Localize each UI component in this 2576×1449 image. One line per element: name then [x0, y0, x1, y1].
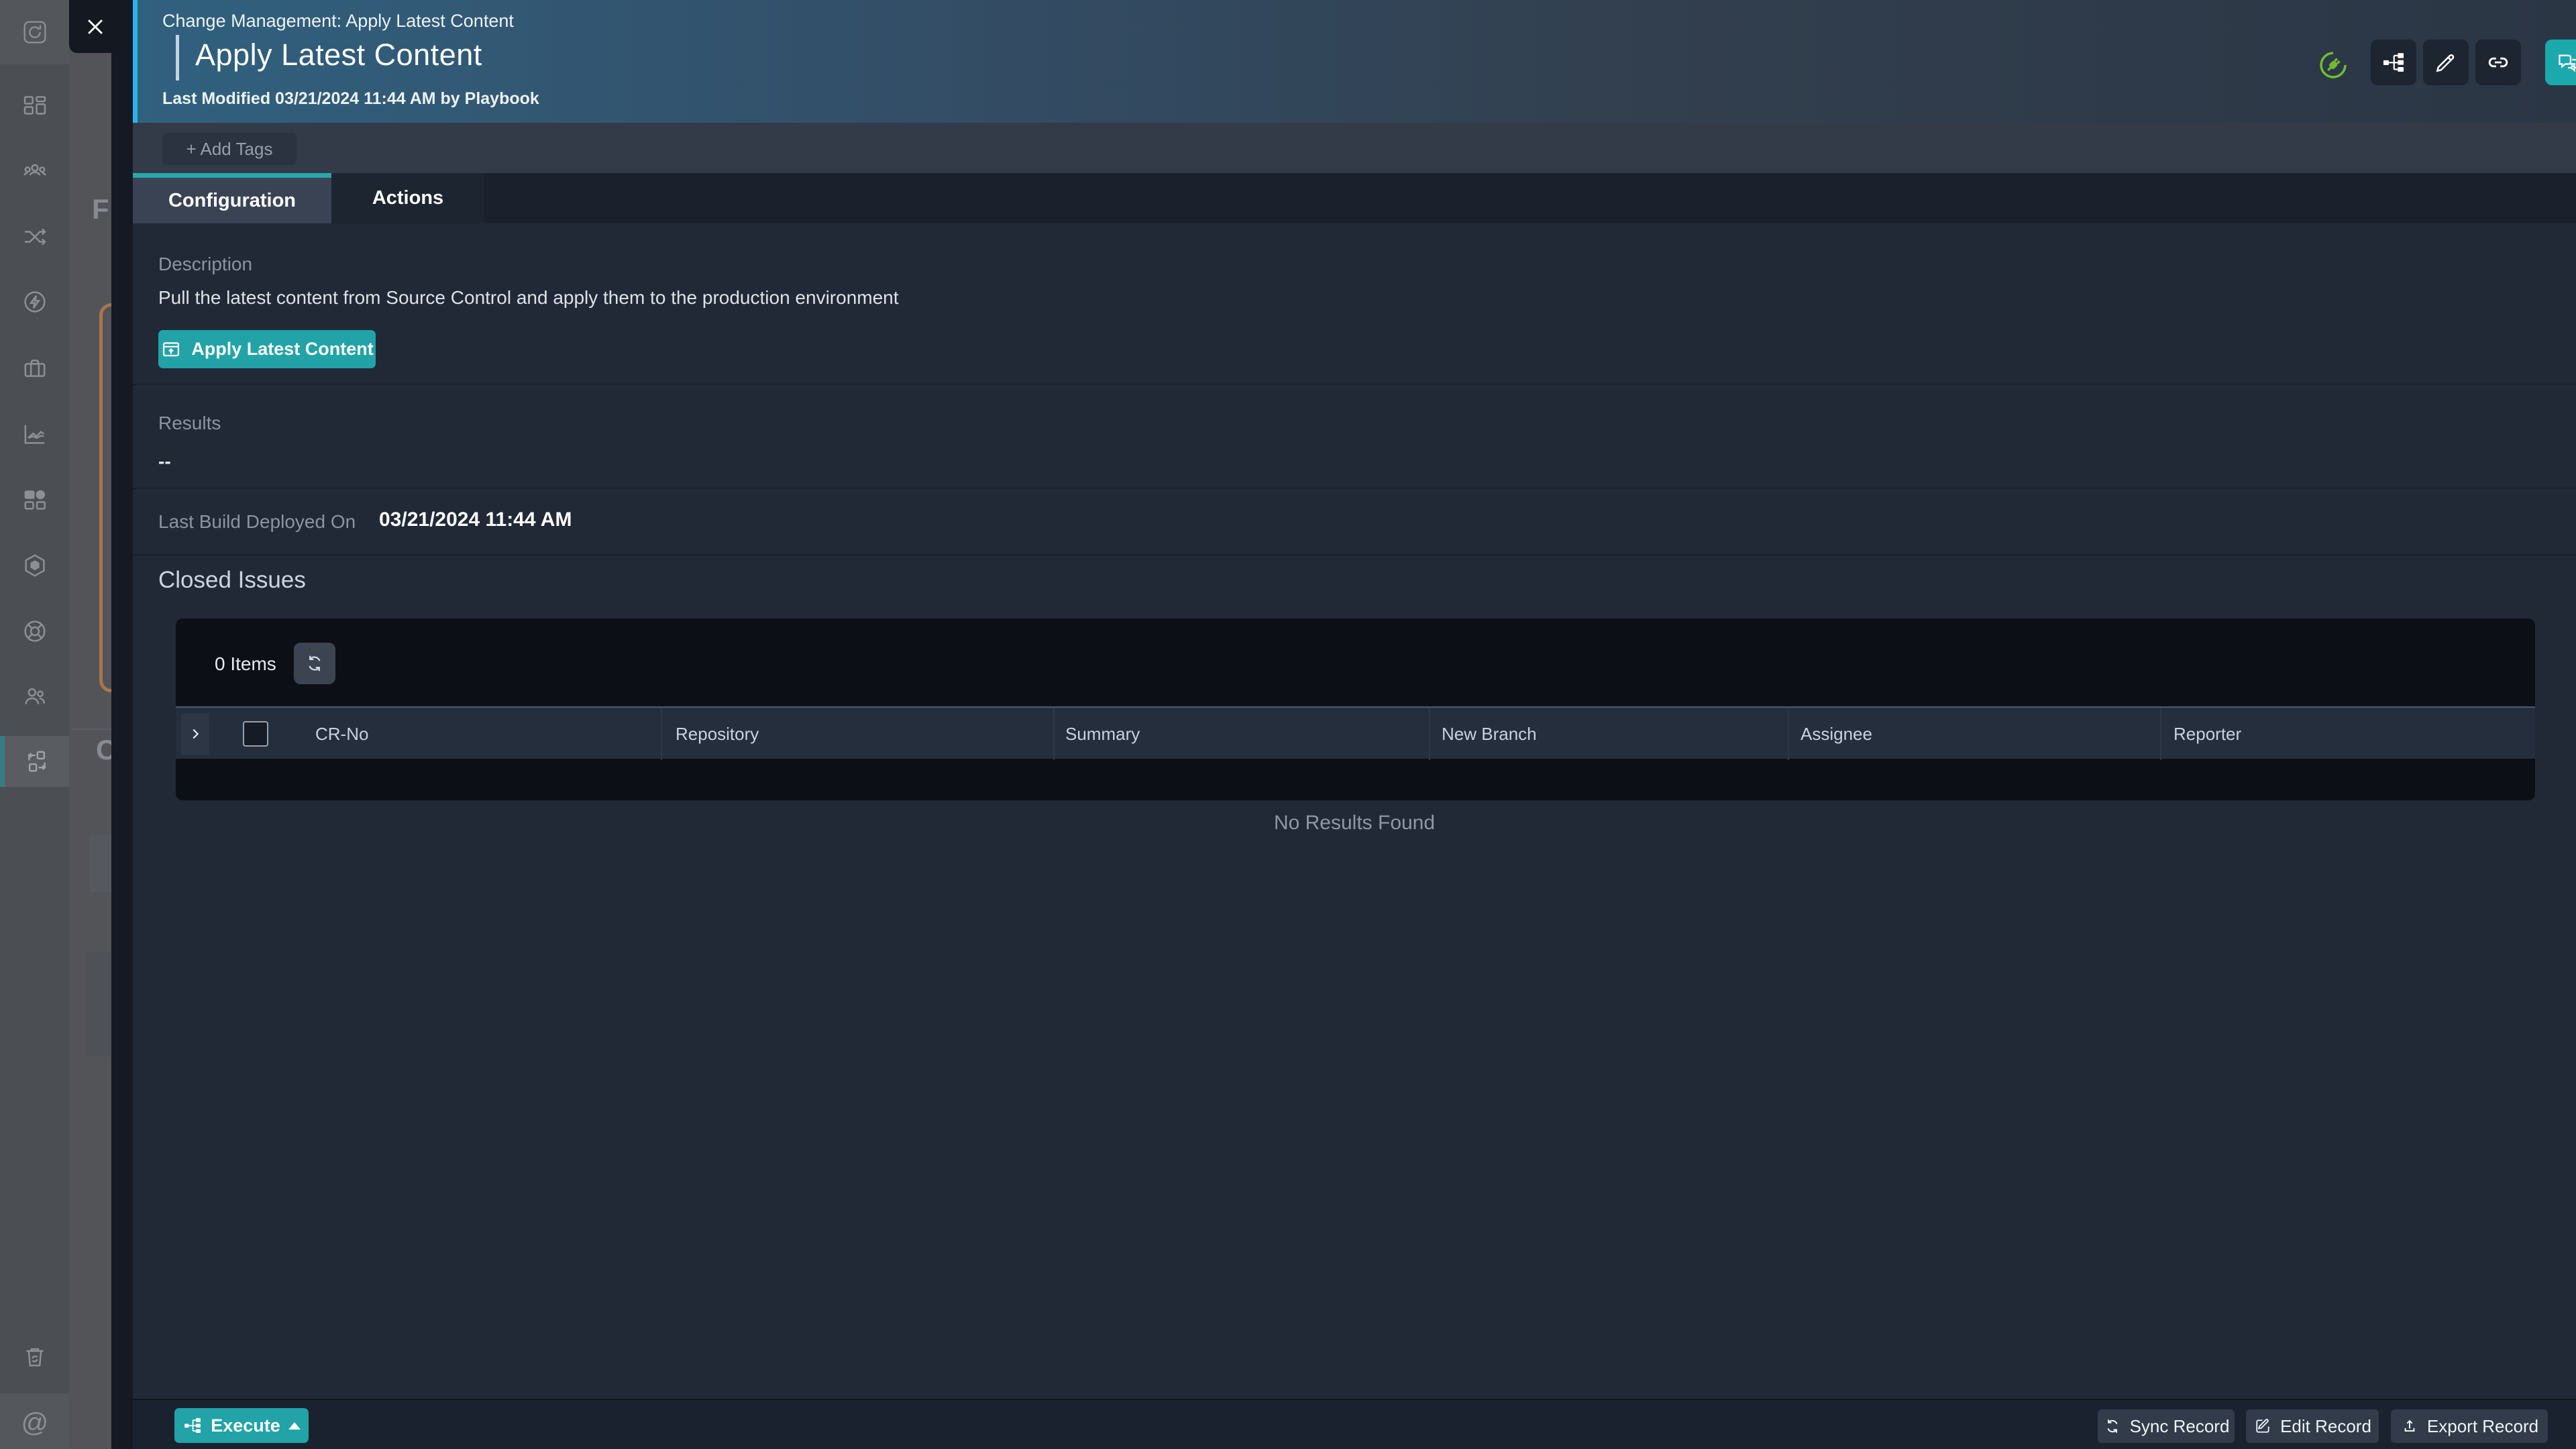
link-icon [2485, 50, 2511, 75]
plug-connected-icon [2316, 48, 2350, 82]
workflow-icon [2381, 50, 2406, 75]
users-icon[interactable] [21, 683, 48, 710]
results-value: -- [158, 451, 171, 472]
column-header-reporter[interactable]: Reporter [2174, 708, 2241, 760]
closed-issues-grid: 0 Items CR-No Repository Summary New Bra… [176, 619, 2535, 800]
empty-state-message: No Results Found [133, 812, 2576, 835]
recycle-bin-icon[interactable] [21, 1344, 48, 1371]
background-divider-fragment [72, 729, 111, 730]
dimmed-background-strip: F C [69, 0, 111, 1449]
column-separator [1429, 708, 1430, 760]
column-separator [661, 708, 662, 760]
caret-up-icon [288, 1422, 301, 1430]
footer-action-bar: Execute Sync Record Edit Record Export R… [133, 1399, 2576, 1449]
column-header-cr-no[interactable]: CR-No [315, 708, 368, 760]
support-lifering-icon[interactable] [21, 618, 48, 645]
record-sync-icon [23, 748, 50, 775]
refresh-grid-button[interactable] [294, 643, 335, 684]
sync-icon [2103, 1417, 2122, 1436]
column-header-assignee[interactable]: Assignee [1801, 708, 1872, 760]
automation-bolt-icon[interactable] [21, 288, 48, 315]
background-text-fragment: F [92, 193, 109, 225]
column-separator [1053, 708, 1055, 760]
execute-button[interactable]: Execute [174, 1408, 309, 1443]
results-label: Results [158, 413, 221, 434]
column-header-repository[interactable]: Repository [676, 708, 759, 760]
sync-logo-icon[interactable] [21, 19, 48, 46]
section-divider [133, 554, 2576, 555]
title-accent-bar [176, 35, 179, 80]
applications-briefcase-icon[interactable] [21, 355, 48, 382]
chevron-right-icon [188, 727, 203, 741]
open-workflow-button[interactable] [2371, 40, 2416, 85]
edit-pencil-icon [2433, 50, 2459, 75]
breadcrumb[interactable]: Change Management: Apply Latest Content [162, 11, 514, 32]
export-record-label: Export Record [2427, 1416, 2538, 1437]
tab-configuration[interactable]: Configuration [133, 173, 331, 223]
comments-icon [2555, 50, 2576, 75]
last-build-label: Last Build Deployed On [158, 511, 356, 533]
sync-record-label: Sync Record [2130, 1416, 2230, 1437]
last-build-value: 03/21/2024 11:44 AM [379, 508, 572, 531]
background-block-fragment [89, 835, 111, 892]
close-panel-button[interactable] [69, 0, 121, 53]
app-sidebar: @ [0, 0, 69, 1449]
panel-edge-shadow [111, 0, 133, 1449]
close-icon [84, 15, 107, 38]
dashboard-icon[interactable] [21, 92, 48, 119]
screen: @ F C Change Management: Apply Latest Co… [0, 0, 2576, 1449]
apply-button-label: Apply Latest Content [191, 339, 374, 360]
column-header-new-branch[interactable]: New Branch [1442, 708, 1537, 760]
package-cube-icon[interactable] [21, 552, 48, 579]
expand-row-button[interactable] [181, 713, 209, 755]
select-all-checkbox[interactable] [243, 721, 268, 747]
comments-button[interactable] [2545, 40, 2576, 85]
apply-window-icon [160, 339, 182, 360]
refresh-icon [304, 653, 325, 674]
items-count: 0 Items [215, 653, 276, 675]
edit-record-icon-button[interactable] [2423, 40, 2469, 85]
export-icon [2400, 1417, 2419, 1436]
section-divider [133, 384, 2576, 385]
copy-link-button[interactable] [2475, 40, 2521, 85]
description-label: Description [158, 254, 252, 275]
description-value: Pull the latest content from Source Cont… [158, 287, 899, 309]
record-panel: Change Management: Apply Latest Content … [133, 0, 2576, 1449]
closed-issues-title: Closed Issues [158, 567, 306, 594]
tags-row: + Add Tags [133, 123, 2576, 173]
reports-chart-icon[interactable] [21, 421, 48, 447]
sidebar-bottom-zone: @ [0, 1393, 69, 1449]
apply-latest-content-button[interactable]: Apply Latest Content [158, 330, 376, 368]
column-separator [2160, 708, 2161, 760]
shuffle-icon[interactable] [21, 223, 48, 250]
edit-record-label: Edit Record [2280, 1416, 2371, 1437]
column-separator [1788, 708, 1789, 760]
grid-header-row: CR-No Repository Summary New Branch Assi… [176, 706, 2535, 759]
tab-bar: Configuration Actions [133, 173, 2576, 223]
edit-square-icon [2253, 1417, 2272, 1436]
workflow-icon [182, 1415, 203, 1436]
export-record-button[interactable]: Export Record [2391, 1409, 2548, 1443]
sync-record-button[interactable]: Sync Record [2098, 1409, 2235, 1443]
column-header-summary[interactable]: Summary [1065, 708, 1140, 760]
tab-actions[interactable]: Actions [331, 173, 484, 223]
section-divider [133, 488, 2576, 489]
last-modified-text: Last Modified 03/21/2024 11:44 AM by Pla… [162, 89, 539, 109]
record-header: Change Management: Apply Latest Content … [133, 0, 2576, 123]
sidebar-item-record-sync[interactable] [0, 736, 69, 787]
add-tags-button[interactable]: + Add Tags [162, 133, 297, 165]
mentions-at-icon[interactable]: @ [21, 1409, 48, 1436]
execute-button-label: Execute [211, 1415, 280, 1436]
apps-blocks-icon[interactable] [21, 486, 48, 513]
people-group-icon[interactable] [21, 159, 48, 186]
background-block-fragment [85, 953, 111, 1057]
page-title: Apply Latest Content [195, 38, 482, 72]
edit-record-button[interactable]: Edit Record [2246, 1409, 2379, 1443]
